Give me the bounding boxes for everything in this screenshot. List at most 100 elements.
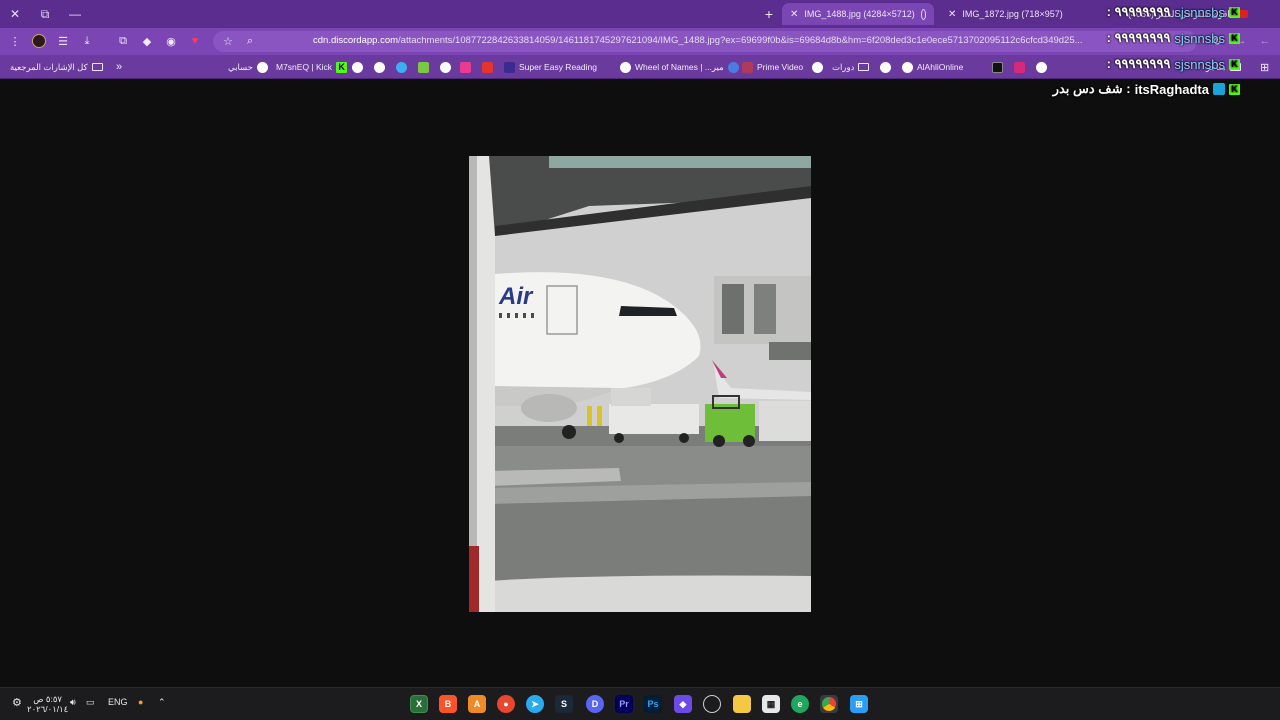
clock[interactable]: ٥:٥٧ ص ٢٠٢٦/٠١/١٤ <box>27 694 68 714</box>
menu-dots-icon[interactable]: ⋮ <box>6 32 24 50</box>
close-window-icon[interactable]: ✕ <box>0 0 30 28</box>
bookmark-star-icon[interactable]: ☆ <box>219 32 237 50</box>
network-icon[interactable]: ▭ <box>86 697 95 708</box>
extension-diamond-icon[interactable]: ◆ <box>138 32 156 50</box>
chat-username: sjsnnsbs <box>1174 56 1225 72</box>
title-bar: ✕ ⧉ — + ✕ IMG_1488.jpg (4284×5712) ✕ IMG… <box>0 0 1280 28</box>
volume-icon[interactable]: 🔊︎ <box>70 697 76 708</box>
all-bookmarks-label: كل الإشارات المرجعية <box>10 61 88 72</box>
excel-icon[interactable]: X <box>410 695 428 713</box>
apps-grid-icon[interactable]: ⊞ <box>1260 60 1269 74</box>
browser-toolbar: ⋮ ☰ ⤓ ⧉ ◆ ◉ ♥ ☆ ⌕ cdn.discordapp.com/att… <box>0 28 1280 55</box>
bookmark-kick[interactable]: M7snEQ | Kick K <box>276 60 348 74</box>
settings-gear-icon[interactable]: ⚙ <box>12 696 22 709</box>
globe-icon <box>812 61 823 73</box>
chat-message: شف دس بدر : itsRaghadta K <box>1053 81 1240 97</box>
bookmark-my-account[interactable]: حسابي <box>228 60 268 74</box>
microphone-icon[interactable]: ● <box>138 697 143 707</box>
photoshop-icon[interactable]: Ps <box>644 695 662 713</box>
chat-text: : ٩٩٩٩٩٩٩٩ <box>1106 56 1171 71</box>
bookmark-prime-video[interactable]: Prime Video <box>742 60 803 74</box>
chat-text: : ٩٩٩٩٩٩٩٩ <box>1106 30 1171 45</box>
extensions-icon[interactable]: ⧉ <box>114 32 132 50</box>
bookmark-alahli-online[interactable]: AlAhliOnline <box>902 60 963 74</box>
discord-icon[interactable]: D <box>586 695 604 713</box>
minimize-window-icon[interactable]: — <box>60 0 90 28</box>
kick-icon: K <box>336 61 348 73</box>
airport-photo[interactable]: Air <box>469 156 811 612</box>
bookmark-instagram[interactable] <box>1014 60 1025 74</box>
extension-heart-icon[interactable]: ♥ <box>186 32 204 50</box>
chat-username: itsRaghadta <box>1134 81 1209 97</box>
tab-img-1488[interactable]: ✕ IMG_1488.jpg (4284×5712) <box>782 3 934 25</box>
bookmark-icon-1[interactable] <box>352 60 363 74</box>
close-tab-icon[interactable]: ✕ <box>948 9 956 20</box>
chrome-icon[interactable] <box>820 695 838 713</box>
extension-eye-icon[interactable]: ◉ <box>162 32 180 50</box>
url-host: cdn.discordapp.com <box>313 35 399 46</box>
tab-search-icon[interactable]: ☰ <box>54 32 72 50</box>
airport-photo-illustration: Air <box>469 156 811 612</box>
download-icon[interactable]: ⤓ <box>78 32 96 50</box>
address-bar[interactable]: ☆ ⌕ cdn.discordapp.com/attachments/10877… <box>213 31 1197 52</box>
mute-tab-icon[interactable] <box>920 8 926 20</box>
app-red-icon[interactable]: ● <box>497 695 515 713</box>
chat-username: sjsnnsbs <box>1174 30 1225 46</box>
bookmark-icon-2[interactable] <box>374 60 385 74</box>
brave-icon[interactable]: B <box>439 695 457 713</box>
tab-title: IMG_1488.jpg (4284×5712) <box>804 9 915 19</box>
bookmark-icon-6[interactable] <box>460 60 471 74</box>
show-hidden-icons-chevron-icon[interactable]: ⌃ <box>158 697 166 708</box>
bookmark-super-easy-reading[interactable]: Super Easy Reading <box>504 60 597 74</box>
bookmark-label: Super Easy Reading <box>519 62 597 72</box>
bookmark-icon-4[interactable] <box>418 60 429 74</box>
bookmarks-bar: كل الإشارات المرجعية » حسابي M7snEQ | Ki… <box>0 55 1280 79</box>
bookmark-icon-10[interactable] <box>1036 60 1047 74</box>
bookmark-icon-3[interactable] <box>396 60 407 74</box>
bookmark-courses-folder[interactable]: دورات <box>832 60 870 74</box>
prime-video-icon <box>742 61 753 73</box>
kick-badge-icon: K <box>1229 83 1240 95</box>
steam-icon[interactable]: S <box>555 695 573 713</box>
verified-badge-icon <box>1213 83 1225 95</box>
close-tab-icon[interactable]: ✕ <box>790 9 798 20</box>
bookmark-label: دورات <box>832 61 855 72</box>
bookmarks-overflow-chevron-icon[interactable]: » <box>116 60 122 74</box>
bookmark-icon-5[interactable] <box>440 60 451 74</box>
store-icon[interactable]: ▦ <box>762 695 780 713</box>
aircraft-livery-text: Air <box>498 283 534 310</box>
back-icon[interactable]: ← <box>1256 32 1274 50</box>
app-purple-icon[interactable]: ◆ <box>674 695 692 713</box>
wheel-icon <box>727 61 739 73</box>
bookmark-wheel-of-names[interactable]: Wheel of Names | ...مير <box>620 60 739 74</box>
tab-title: IMG_1872.jpg (718×957) <box>962 9 1063 19</box>
search-icon[interactable]: ⌕ <box>241 32 259 50</box>
bookmark-label: Prime Video <box>757 62 804 72</box>
tab-img-1872[interactable]: ✕ IMG_1872.jpg (718×957) <box>940 3 1063 25</box>
download-arrow-icon <box>418 61 429 73</box>
restore-window-icon[interactable]: ⧉ <box>30 0 60 28</box>
app-outline-icon[interactable] <box>703 695 721 713</box>
image-viewer: Air: ٩٩٩٩٩٩٩٩ sjsnnsbs K: ٩٩٩٩٩٩٩٩ sjs… <box>0 4 1280 687</box>
telegram-icon[interactable]: ➤ <box>526 695 544 713</box>
file-explorer-icon[interactable] <box>733 695 751 713</box>
globe-icon <box>440 61 451 73</box>
edge-icon[interactable]: e <box>791 695 809 713</box>
bookmark-icon-7[interactable] <box>482 60 493 74</box>
bookmark-icon-8[interactable] <box>812 60 823 74</box>
new-tab-button[interactable]: + <box>760 5 778 23</box>
acrobat-icon <box>482 61 493 73</box>
bookmark-tiktok[interactable] <box>992 60 1003 74</box>
profile-avatar[interactable] <box>30 32 48 50</box>
all-bookmarks-folder[interactable]: كل الإشارات المرجعية <box>10 60 103 74</box>
globe-icon <box>902 61 913 73</box>
clock-time: ٥:٥٧ ص <box>33 694 62 704</box>
kick-badge-icon: K <box>1229 6 1240 18</box>
bookmark-icon-9[interactable] <box>880 60 891 74</box>
windows-start-icon[interactable]: ⊞ <box>850 695 868 713</box>
app-orange-icon[interactable]: A <box>468 695 486 713</box>
clock-date: ٢٠٢٦/٠١/١٤ <box>27 704 69 714</box>
language-indicator[interactable]: ENG <box>108 697 128 707</box>
globe-icon <box>880 61 891 73</box>
premiere-icon[interactable]: Pr <box>615 695 633 713</box>
